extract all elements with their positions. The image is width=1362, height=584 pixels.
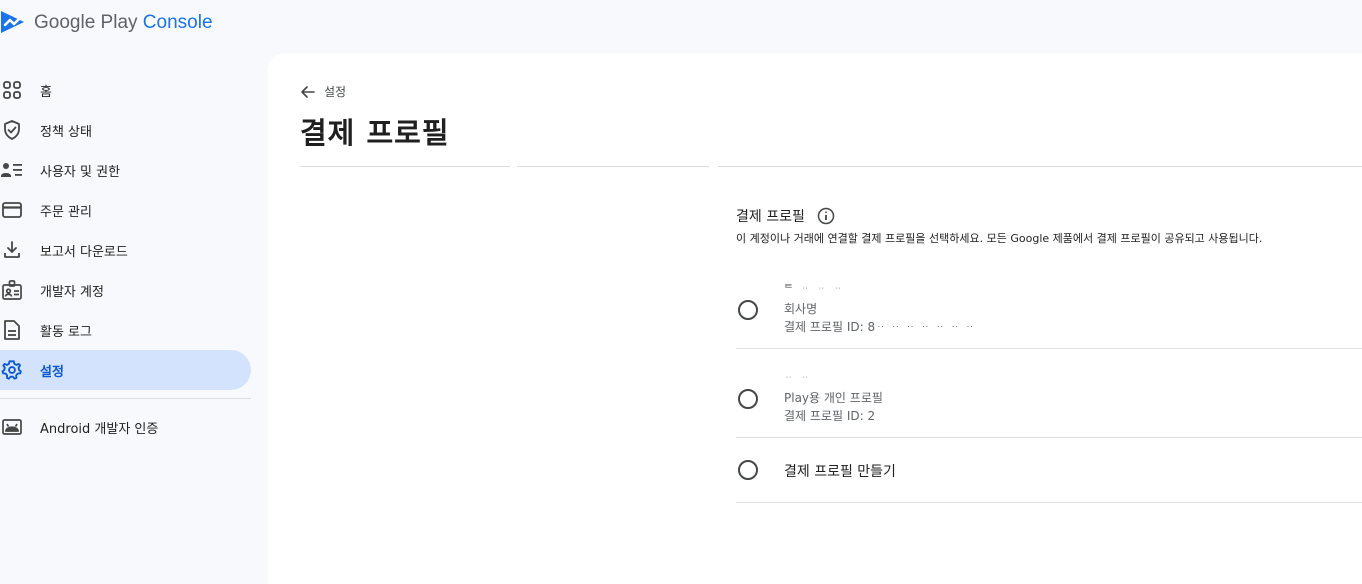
sidebar-item-home[interactable]: 홈 [0,70,251,110]
download-icon [1,239,23,261]
divider-segment [718,166,1362,167]
sidebar-item-settings[interactable]: 설정 [0,350,251,390]
credit-card-icon [1,199,23,221]
profile-name-redacted: ᆢ ᆢ [784,373,812,384]
users-list-icon [1,159,23,181]
sidebar-item-label: 보고서 다운로드 [40,245,128,260]
section-description: 이 계정이나 거래에 연결할 결제 프로필을 선택하세요. 모든 Google … [736,232,1263,245]
radio-button[interactable] [738,300,758,320]
sidebar-item-developer-account[interactable]: 개발자 계정 [0,270,251,310]
sidebar-item-activity-log[interactable]: 활동 로그 [0,310,251,350]
sidebar-divider [0,398,251,399]
profile-id: 결제 프로필 ID: 2 [784,409,876,423]
create-payment-profile-option[interactable]: 결제 프로필 만들기 [736,438,1362,503]
radio-button[interactable] [738,389,758,409]
sidebar-item-label: Android 개발자 인증 [40,422,159,437]
sidebar-item-users-permissions[interactable]: 사용자 및 권한 [0,150,251,190]
sidebar-item-label: 설정 [40,365,64,380]
sidebar-nav: 홈 정책 상태 사용자 및 권한 주문 관리 보고서 다운로드 개발자 계정 활… [0,70,260,447]
shield-check-icon [1,119,23,141]
document-icon [1,319,23,341]
payment-profile-section: 결제 프로필 이 계정이나 거래에 연결할 결제 프로필을 선택하세요. 모든 … [736,206,1362,246]
sidebar-item-android-verification[interactable]: Android 개발자 인증 [0,407,251,447]
sidebar-item-order-management[interactable]: 주문 관리 [0,190,251,230]
radio-button[interactable] [738,460,758,480]
play-console-logo-icon[interactable] [0,9,26,35]
logo-prefix: Google Play [34,12,138,33]
sidebar-item-label: 홈 [40,85,52,100]
page-title: 결제 프로필 [300,116,450,150]
profile-type: 회사명 [784,302,818,316]
sidebar-item-download-reports[interactable]: 보고서 다운로드 [0,230,251,270]
info-icon[interactable] [817,207,835,225]
home-grid-icon [1,79,23,101]
profile-id: 결제 프로필 ID: 8ᆢ ᆢ ᆢ ᆢ ᆢ ᆢ ᆢ [784,320,976,334]
sidebar-item-label: 정책 상태 [40,125,92,140]
id-badge-icon [1,279,23,301]
logo-accent: Console [142,12,213,33]
section-header: 결제 프로필 [736,206,1362,226]
payment-profile-options: ᄐ ᆢ ᆢ ᆢ 회사명 결제 프로필 ID: 8ᆢ ᆢ ᆢ ᆢ ᆢ ᆢ ᆢ ᆢ … [736,260,1362,503]
top-app-bar: Google Play Console [0,0,1362,48]
create-profile-label: 결제 프로필 만들기 [784,464,896,480]
main-content: 설정 결제 프로필 결제 프로필 이 계정이나 거래에 연결할 결제 프로필을 … [268,54,1362,584]
sidebar-item-label: 사용자 및 권한 [40,165,121,180]
profile-name-redacted: ᄐ ᆢ ᆢ ᆢ [784,284,845,295]
sidebar-item-label: 주문 관리 [40,205,92,220]
section-title: 결제 프로필 [736,209,805,225]
gear-icon [1,359,23,381]
app-logo-text[interactable]: Google Play Console [34,12,213,34]
sidebar-item-label: 활동 로그 [40,325,92,340]
android-icon [1,416,23,438]
sidebar-item-label: 개발자 계정 [40,285,104,300]
profile-type: Play용 개인 프로필 [784,391,883,405]
payment-profile-option[interactable]: ᄐ ᆢ ᆢ ᆢ 회사명 결제 프로필 ID: 8ᆢ ᆢ ᆢ ᆢ ᆢ ᆢ ᆢ [736,260,1362,349]
divider-segment [517,166,709,167]
arrow-back-icon [301,85,315,98]
back-link-label: 설정 [324,85,347,99]
back-to-settings-link[interactable]: 설정 [300,83,346,100]
divider-segment [300,166,510,167]
payment-profile-option[interactable]: ᆢ ᆢ Play용 개인 프로필 결제 프로필 ID: 2 [736,349,1362,438]
sidebar-item-policy-status[interactable]: 정책 상태 [0,110,251,150]
